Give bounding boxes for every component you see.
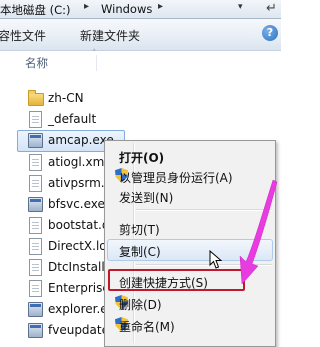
exe-icon xyxy=(28,322,43,338)
menu-separator xyxy=(136,264,272,266)
file-name: bootstat.d xyxy=(48,218,110,232)
column-header: 名称 ˄ xyxy=(0,49,281,73)
menu-item-label: 以管理员身份运行(A) xyxy=(119,171,233,185)
context-menu: 打开(O) 以管理员身份运行(A) 发送到(N) 剪切(T) 复制(C) 创建快… xyxy=(104,140,276,347)
document-icon xyxy=(28,111,42,128)
file-name: ativpsrm.b xyxy=(48,176,113,190)
menu-item-open[interactable]: 打开(O) xyxy=(107,145,273,167)
file-name: atiogl.xml xyxy=(48,155,108,169)
mouse-cursor-icon xyxy=(209,250,223,269)
file-name: _default xyxy=(48,112,97,126)
list-item[interactable]: _default xyxy=(0,109,281,130)
document-icon xyxy=(28,175,42,192)
menu-item-send-to[interactable]: 发送到(N) xyxy=(107,185,273,207)
menu-item-label: 发送到(N) xyxy=(119,191,174,205)
help-icon[interactable]: ? xyxy=(262,25,278,41)
menu-item-label: 复制(C) xyxy=(119,245,161,259)
column-divider[interactable] xyxy=(96,55,97,71)
document-icon xyxy=(28,154,42,171)
menu-item-delete[interactable]: 删除(D) xyxy=(107,292,273,314)
exe-icon xyxy=(28,196,43,212)
annotation-highlight-box xyxy=(108,269,245,291)
menu-separator xyxy=(136,209,272,211)
address-bar[interactable]: 本地磁盘 (C:) ▸ Windows ▸ ▾ ↵ xyxy=(0,0,281,19)
breadcrumb-separator-icon[interactable]: ▸ xyxy=(84,1,89,12)
exe-icon xyxy=(28,132,43,148)
menu-item-label: 剪切(T) xyxy=(119,223,160,237)
menu-item-label: 重命名(M) xyxy=(119,320,175,334)
refresh-icon[interactable]: ↵ xyxy=(262,0,281,18)
file-name: zh-CN xyxy=(48,91,84,105)
menu-item-cut[interactable]: 剪切(T) xyxy=(107,217,273,239)
breadcrumb-windows[interactable]: Windows xyxy=(101,2,152,16)
file-name: bfsvc.exe xyxy=(48,197,105,211)
menu-item-copy[interactable]: 复制(C) xyxy=(107,239,273,261)
menu-item-run-as-admin[interactable]: 以管理员身份运行(A) xyxy=(107,165,273,187)
breadcrumb-local-disk[interactable]: 本地磁盘 (C:) xyxy=(0,2,71,18)
document-icon xyxy=(28,238,42,255)
document-icon xyxy=(28,217,42,234)
menu-item-label: 打开(O) xyxy=(119,151,165,165)
folder-icon xyxy=(28,90,44,106)
menu-item-label: 删除(D) xyxy=(119,298,162,312)
command-toolbar: 容性文件 新建文件夹 ? xyxy=(0,19,281,51)
breadcrumb-separator-icon[interactable]: ▸ xyxy=(158,1,163,12)
new-folder-button[interactable]: 新建文件夹 xyxy=(80,27,140,44)
menu-item-rename[interactable]: 重命名(M) xyxy=(107,314,273,336)
toolbar-include-files-button[interactable]: 容性文件 xyxy=(0,27,46,44)
column-name-header[interactable]: 名称 xyxy=(25,55,48,71)
list-item[interactable]: zh-CN xyxy=(0,88,281,109)
exe-icon xyxy=(28,301,43,317)
address-dropdown-icon[interactable]: ▾ xyxy=(238,2,243,12)
document-icon xyxy=(28,280,42,297)
document-icon xyxy=(28,259,42,276)
